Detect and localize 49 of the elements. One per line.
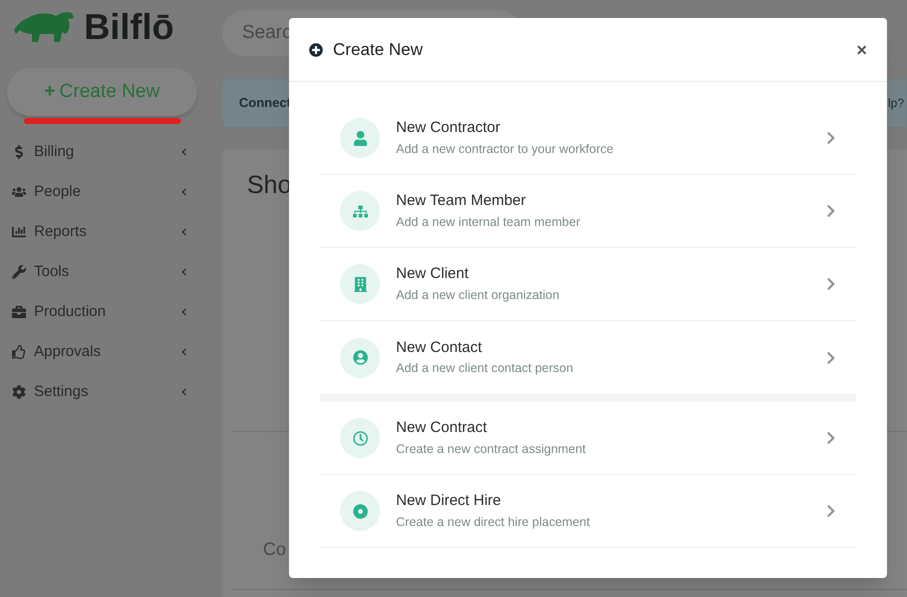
option-title: New Contractor [396, 118, 502, 138]
chevron-right-icon [826, 204, 836, 218]
sidebar-item[interactable]: People [0, 172, 222, 212]
create-option[interactable]: New Direct Hire Create a new direct hire placement [320, 475, 856, 548]
create-option[interactable]: New Team Member Add a new internal team member [320, 175, 856, 248]
option-title: New Direct Hire [396, 491, 502, 512]
briefcase-icon [12, 305, 26, 319]
option-description: Add a new internal team member [396, 214, 582, 231]
create-option[interactable]: New Client Add a new client organization [320, 248, 856, 321]
banner-text: Connect [239, 94, 291, 112]
option-description: Create a new contract assignment [396, 440, 587, 458]
people-icon [12, 185, 26, 199]
option-title: New Client [396, 264, 470, 284]
chevron-right-icon [826, 350, 836, 364]
dollar-icon [12, 145, 26, 159]
thumbs-up-icon [12, 345, 26, 359]
org-chart-icon [352, 204, 368, 218]
sidebar-item[interactable]: Production [0, 292, 222, 332]
option-title: New Contact [396, 338, 483, 358]
sidebar-item[interactable]: Approvals [0, 332, 222, 372]
chevron-right-icon [826, 277, 836, 291]
sidebar-item[interactable]: Billing [0, 132, 222, 172]
card-title: Sho [247, 170, 292, 201]
settings-icon [12, 385, 26, 399]
option-title: New Team Member [396, 191, 527, 212]
create-option[interactable]: New Contractor Add a new contractor to your workforce [320, 102, 856, 175]
help-link[interactable]: lp? [888, 94, 904, 112]
chevron-right-icon [826, 431, 836, 445]
option-description: Create a new direct hire placement [396, 514, 591, 531]
dialog-title: Create New [333, 38, 423, 61]
create-option[interactable]: New Contract Create a new contract assignment [320, 402, 856, 475]
option-description: Add a new contractor to your workforce [396, 140, 614, 158]
building-icon [352, 276, 368, 292]
sidebar-item[interactable]: Tools [0, 252, 222, 292]
sidebar-item[interactable]: Reports [0, 212, 222, 252]
chevron-right-icon [826, 504, 836, 518]
brand-name: Bilflō [84, 9, 174, 45]
option-description: Add a new client organization [396, 286, 560, 304]
chevron-right-icon [826, 131, 836, 145]
bar-chart-icon [12, 225, 26, 239]
option-description: Add a new client contact person [396, 360, 574, 378]
wrench-icon [12, 265, 26, 279]
card-text: Co [263, 538, 286, 560]
create-option[interactable]: New Contact Add a new client contact person [320, 321, 856, 394]
clock-icon [352, 430, 368, 446]
close-button[interactable]: × [856, 40, 867, 58]
option-title: New Contract [396, 418, 488, 438]
sidebar-item[interactable]: Settings [0, 372, 222, 412]
person-icon [352, 130, 368, 146]
